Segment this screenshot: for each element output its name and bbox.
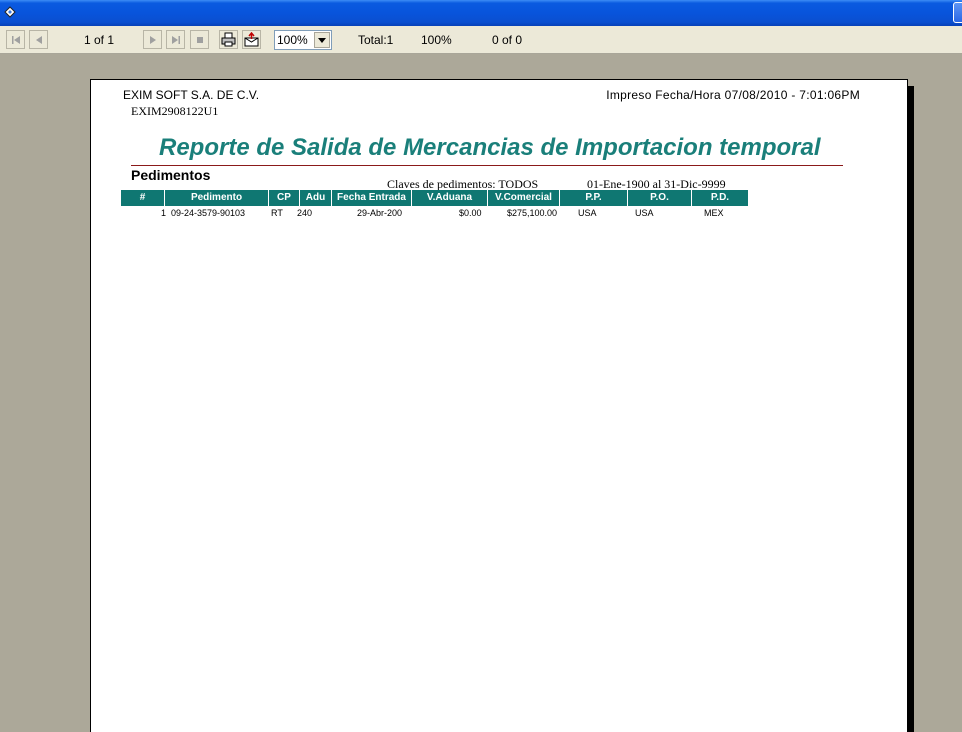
col-cp: CP xyxy=(269,190,300,206)
window-title-bar xyxy=(0,0,962,26)
cell-pedimento: 09-24-3579-90103 xyxy=(171,208,246,218)
company-rfc: EXIM2908122U1 xyxy=(131,104,219,118)
page-indicator: 1 of 1 xyxy=(84,33,115,47)
col-v-comercial: V.Comercial xyxy=(488,190,560,206)
print-icon xyxy=(221,32,236,47)
last-page-button[interactable] xyxy=(166,30,185,49)
prev-page-icon xyxy=(35,35,42,44)
cell-number: 1 xyxy=(161,208,167,218)
percent-label: 100% xyxy=(421,33,452,47)
cell-fecha: 29-Abr-200 xyxy=(357,208,403,218)
zoom-value: 100% xyxy=(277,33,308,47)
cell-adu: 240 xyxy=(297,208,313,218)
app-icon xyxy=(4,6,16,18)
first-page-icon xyxy=(11,35,20,44)
next-page-button[interactable] xyxy=(143,30,162,49)
report-page: EXIM SOFT S.A. DE C.V. EXIM2908122U1 Imp… xyxy=(90,79,908,732)
col-pp: P.P. xyxy=(560,190,628,206)
cell-po: USA xyxy=(635,208,654,218)
stop-icon xyxy=(196,36,203,43)
cell-v-comercial: $275,100.00 xyxy=(507,208,558,218)
col-v-aduana: V.Aduana xyxy=(412,190,488,206)
printed-datetime: Impreso Fecha/Hora 07/08/2010 - 7:01:06P… xyxy=(606,88,860,102)
prev-page-button[interactable] xyxy=(29,30,48,49)
col-pd: P.D. xyxy=(692,190,749,206)
zoom-select[interactable]: 100% xyxy=(274,30,332,50)
title-divider xyxy=(131,165,843,166)
cell-v-aduana: $0.00 xyxy=(459,208,482,218)
report-toolbar: 1 of 1 100% Total:1 100% 0 of 0 xyxy=(0,26,962,54)
cell-cp: RT xyxy=(271,208,283,218)
export-icon xyxy=(244,32,259,47)
company-name: EXIM SOFT S.A. DE C.V. xyxy=(123,88,260,102)
chevron-down-icon[interactable] xyxy=(314,32,330,48)
col-pedimento: Pedimento xyxy=(165,190,269,206)
first-page-button[interactable] xyxy=(6,30,25,49)
next-page-icon xyxy=(149,35,156,44)
cell-pd: MEX xyxy=(704,208,724,218)
col-number: # xyxy=(121,190,165,206)
stop-button[interactable] xyxy=(190,30,209,49)
report-title: Reporte de Salida de Mercancias de Impor… xyxy=(159,134,821,161)
section-title: Pedimentos xyxy=(131,167,211,183)
col-po: P.O. xyxy=(628,190,692,206)
cell-pp: USA xyxy=(578,208,597,218)
found-label: 0 of 0 xyxy=(492,33,523,47)
total-label: Total:1 xyxy=(358,33,394,47)
last-page-icon xyxy=(171,35,180,44)
col-fecha-entrada: Fecha Entrada xyxy=(332,190,412,206)
export-button[interactable] xyxy=(242,30,261,49)
window-control-button[interactable] xyxy=(953,2,962,23)
print-button[interactable] xyxy=(219,30,238,49)
col-adu: Adu xyxy=(300,190,332,206)
